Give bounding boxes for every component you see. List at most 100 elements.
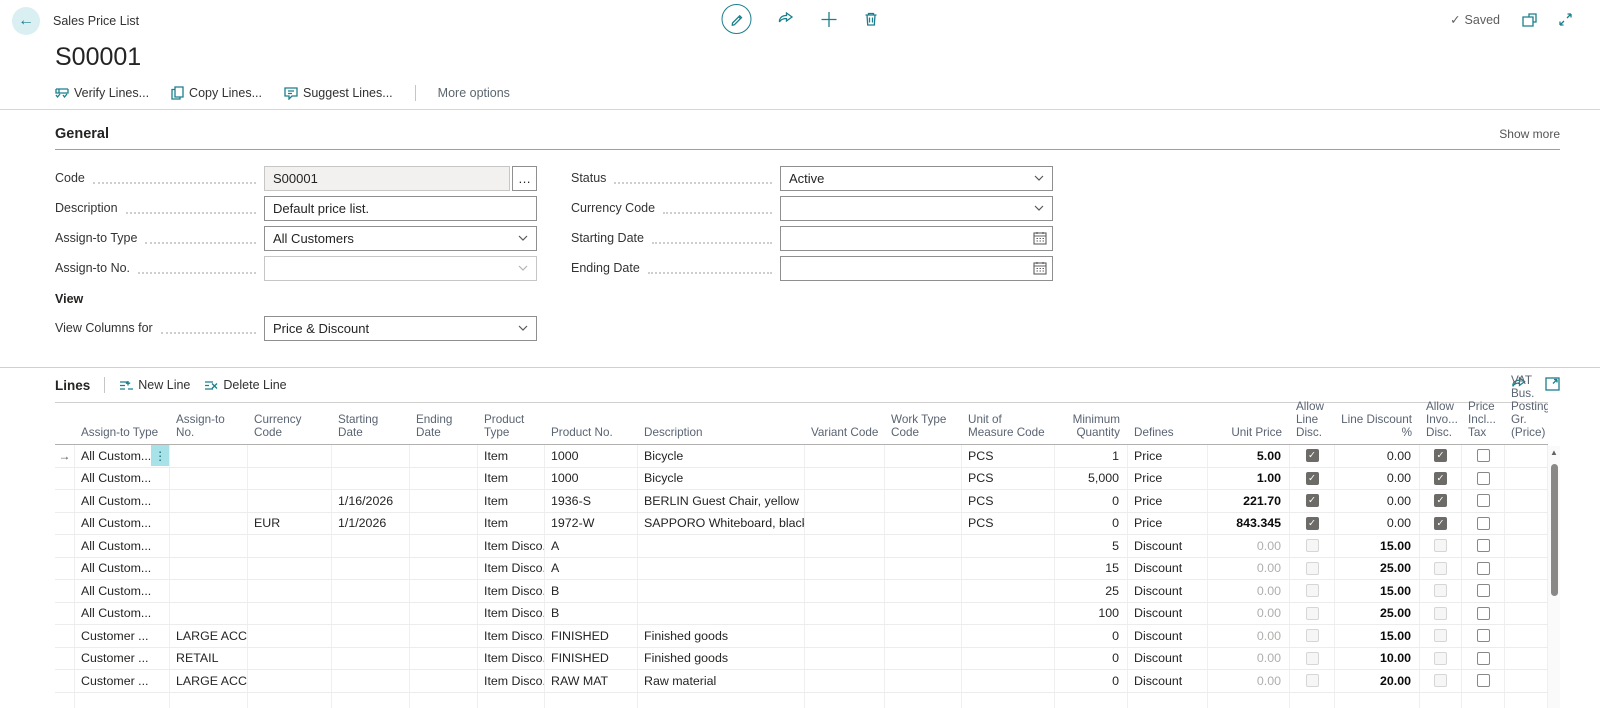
col-header-product-type[interactable]: Product Type [478, 413, 545, 444]
price-incl-tax-checkbox[interactable] [1477, 584, 1490, 597]
allow-line-disc-checkbox[interactable] [1306, 539, 1319, 552]
allow-line-disc-checkbox[interactable] [1306, 652, 1319, 665]
row-selector-cell[interactable] [55, 625, 75, 647]
cell-work-type-code[interactable] [885, 603, 962, 625]
cell-allow-line-disc[interactable]: ✓ [1290, 490, 1335, 512]
starting-date-input[interactable] [780, 226, 1053, 251]
status-select[interactable]: Active [780, 166, 1053, 191]
row-selector-cell[interactable] [55, 535, 75, 557]
col-header-description[interactable]: Description [638, 426, 805, 444]
cell-work-type-code[interactable] [885, 445, 962, 467]
ending-date-input[interactable] [780, 256, 1053, 281]
row-selector-cell[interactable] [55, 648, 75, 670]
cell-product-no[interactable]: B [545, 580, 638, 602]
cell-product-type[interactable]: Item Disco... [478, 648, 545, 670]
cell-uom-code[interactable]: PCS [962, 513, 1055, 535]
cell-variant-code[interactable] [805, 513, 885, 535]
cell-starting-date[interactable] [332, 625, 410, 647]
cell-defines[interactable]: Price [1128, 513, 1208, 535]
cell-defines[interactable]: Price [1128, 468, 1208, 490]
cell-line-discount-pct[interactable]: 0.00 [1335, 490, 1420, 512]
allow-line-disc-checkbox[interactable]: ✓ [1306, 517, 1319, 530]
cell-defines[interactable]: Discount [1128, 625, 1208, 647]
cell-product-no[interactable]: 1936-S [545, 490, 638, 512]
row-selector-cell[interactable] [55, 513, 75, 535]
cell-product-no[interactable]: 1000 [545, 468, 638, 490]
cell-line-discount-pct[interactable]: 0.00 [1335, 468, 1420, 490]
cell-defines[interactable]: Discount [1128, 580, 1208, 602]
row-selector-cell[interactable]: → [55, 445, 75, 467]
cell-starting-date[interactable] [332, 468, 410, 490]
cell-assign-to-no[interactable]: LARGE ACC [170, 670, 248, 692]
cell-description[interactable]: Finished goods [638, 625, 805, 647]
cell-product-type[interactable]: Item [478, 445, 545, 467]
cell-variant-code[interactable] [805, 468, 885, 490]
cell-starting-date[interactable] [332, 648, 410, 670]
cell-line-discount-pct[interactable]: 15.00 [1335, 535, 1420, 557]
col-header-variant-code[interactable]: Variant Code [805, 426, 885, 444]
col-header-allow-invoice-disc[interactable]: Allow Invo... Disc. [1420, 400, 1462, 444]
code-input[interactable] [264, 166, 510, 191]
cell-currency-code[interactable]: EUR [248, 513, 332, 535]
cell-vat-bus-posting-gr[interactable] [1505, 558, 1548, 580]
price-incl-tax-checkbox[interactable] [1477, 539, 1490, 552]
row-selector-cell[interactable] [55, 468, 75, 490]
cell-uom-code[interactable] [962, 580, 1055, 602]
cell-allow-invoice-disc[interactable] [1420, 648, 1462, 670]
allow-invoice-disc-checkbox[interactable]: ✓ [1434, 472, 1447, 485]
code-assist-button[interactable]: … [512, 166, 537, 191]
cell-line-discount-pct[interactable]: 15.00 [1335, 625, 1420, 647]
price-incl-tax-checkbox[interactable] [1477, 517, 1490, 530]
cell-vat-bus-posting-gr[interactable] [1505, 535, 1548, 557]
cell-line-discount-pct[interactable]: 25.00 [1335, 603, 1420, 625]
cell-min-qty[interactable] [1055, 693, 1128, 708]
price-incl-tax-checkbox[interactable] [1477, 652, 1490, 665]
cell-variant-code[interactable] [805, 535, 885, 557]
cell-allow-invoice-disc[interactable] [1420, 693, 1462, 708]
cell-ending-date[interactable] [410, 468, 478, 490]
cell-uom-code[interactable] [962, 670, 1055, 692]
cell-defines[interactable]: Discount [1128, 648, 1208, 670]
calendar-icon[interactable] [1033, 231, 1047, 245]
cell-starting-date[interactable] [332, 670, 410, 692]
cell-min-qty[interactable]: 100 [1055, 603, 1128, 625]
cell-product-no[interactable]: A [545, 535, 638, 557]
cell-product-no[interactable]: 1000 [545, 445, 638, 467]
cell-allow-invoice-disc[interactable] [1420, 603, 1462, 625]
cell-product-type[interactable]: Item Disco... [478, 670, 545, 692]
cell-line-discount-pct[interactable]: 0.00 [1335, 445, 1420, 467]
cell-ending-date[interactable] [410, 693, 478, 708]
cell-assign-to-no[interactable]: RETAIL [170, 648, 248, 670]
table-row[interactable]: Customer ...LARGE ACCItem Disco...RAW MA… [55, 670, 1548, 693]
cell-ending-date[interactable] [410, 445, 478, 467]
cell-defines[interactable]: Discount [1128, 603, 1208, 625]
cell-product-no[interactable]: FINISHED [545, 625, 638, 647]
calendar-icon[interactable] [1033, 261, 1047, 275]
cell-ending-date[interactable] [410, 513, 478, 535]
table-row[interactable]: All Custom...Item Disco...A15Discount0.0… [55, 558, 1548, 581]
cell-assign-to-no[interactable]: LARGE ACC [170, 625, 248, 647]
cell-min-qty[interactable]: 5,000 [1055, 468, 1128, 490]
description-input[interactable] [264, 196, 537, 221]
allow-line-disc-checkbox[interactable] [1306, 607, 1319, 620]
view-columns-for-select[interactable]: Price & Discount [264, 316, 537, 341]
cell-allow-line-disc[interactable] [1290, 580, 1335, 602]
cell-allow-invoice-disc[interactable]: ✓ [1420, 468, 1462, 490]
cell-currency-code[interactable] [248, 648, 332, 670]
cell-assign-to-type[interactable] [75, 693, 170, 708]
col-header-vat-bus-posting-gr[interactable]: VAT Bus. Posting Gr. (Price) [1505, 374, 1548, 444]
cell-price-incl-tax[interactable] [1462, 513, 1505, 535]
cell-unit-price[interactable]: 0.00 [1208, 535, 1290, 557]
cell-currency-code[interactable] [248, 535, 332, 557]
cell-unit-price[interactable]: 843.345 [1208, 513, 1290, 535]
allow-invoice-disc-checkbox[interactable]: ✓ [1434, 449, 1447, 462]
cell-work-type-code[interactable] [885, 490, 962, 512]
cell-line-discount-pct[interactable]: 15.00 [1335, 580, 1420, 602]
cell-unit-price[interactable]: 0.00 [1208, 670, 1290, 692]
cell-assign-to-no[interactable] [170, 535, 248, 557]
cell-description[interactable] [638, 558, 805, 580]
cell-work-type-code[interactable] [885, 648, 962, 670]
col-header-ending-date[interactable]: Ending Date [410, 413, 478, 444]
table-row[interactable]: Customer ...LARGE ACCItem Disco...FINISH… [55, 625, 1548, 648]
row-selector-cell[interactable] [55, 490, 75, 512]
